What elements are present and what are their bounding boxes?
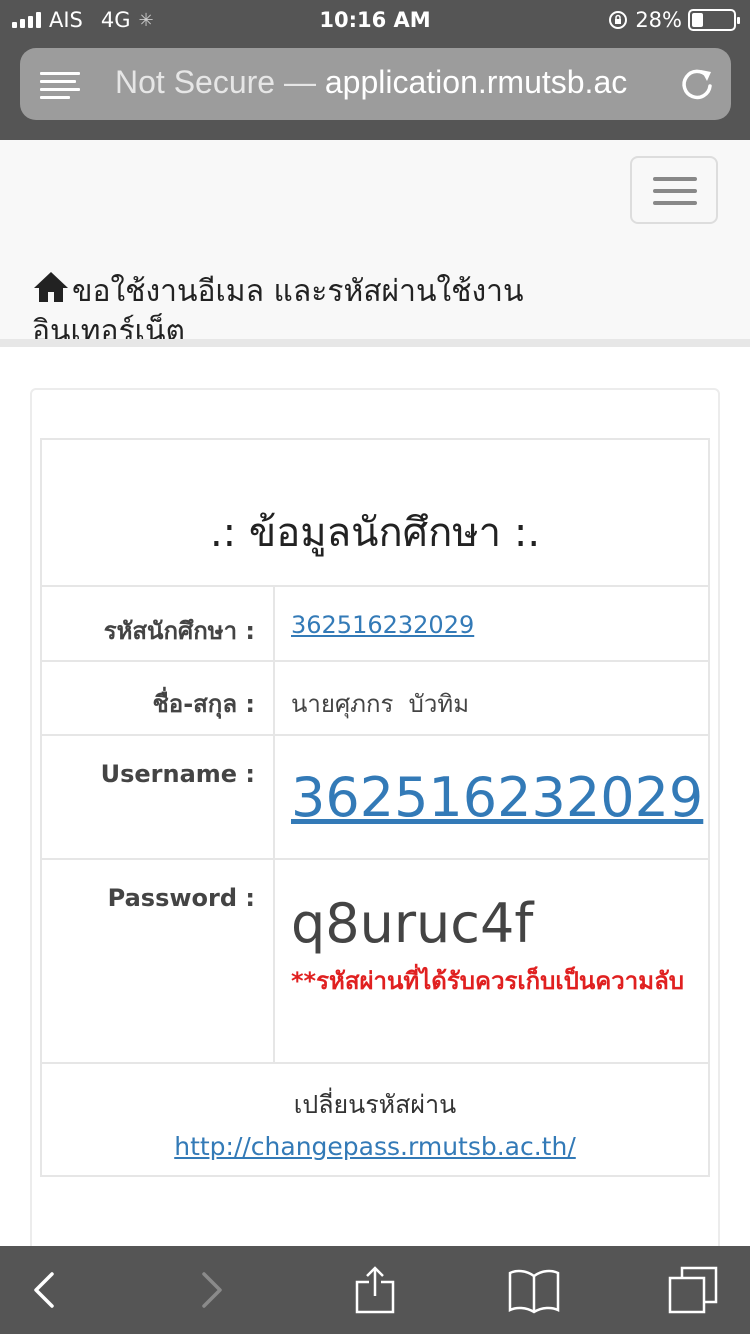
url-text[interactable]: Not Secure — application.rmutsb.ac (115, 64, 660, 101)
student-id-cell: 362516232029 (273, 585, 710, 662)
name-value: นายศุภกร บัวทิม (273, 660, 710, 736)
tabs-icon[interactable] (668, 1264, 720, 1316)
table-row: Username : 362516232029 (40, 734, 710, 860)
site-navbar: ขอใช้งานอีเมล และรหัสผ่านใช้งาน อินเทอร์… (0, 140, 750, 347)
brand-line-2: อินเทอร์เน็ต (32, 314, 185, 347)
home-icon (34, 272, 68, 302)
back-icon[interactable] (18, 1264, 70, 1316)
password-label: Password : (40, 858, 275, 1064)
table-row: เปลี่ยนรหัสผ่าน http://changepass.rmutsb… (40, 1062, 710, 1177)
url-host: application.rmutsb.ac (324, 64, 628, 100)
username-label: Username : (40, 734, 275, 860)
reader-icon[interactable] (40, 70, 80, 99)
bookmarks-icon[interactable] (508, 1264, 560, 1316)
reload-icon[interactable] (677, 64, 717, 104)
student-info-title: .: ข้อมูลนักศึกษา :. (40, 438, 710, 587)
menu-toggle-button[interactable] (630, 156, 718, 224)
browser-toolbar (0, 1246, 750, 1334)
name-label: ชื่อ-สกุล : (40, 660, 275, 736)
change-password-link[interactable]: http://changepass.rmutsb.ac.th/ (174, 1132, 576, 1161)
table-row: Password : q8uruc4f **รหัสผ่านที่ได้รับค… (40, 858, 710, 1064)
password-value: q8uruc4f (291, 892, 534, 955)
status-right: 28% (607, 8, 740, 32)
student-id-link[interactable]: 362516232029 (291, 611, 474, 639)
status-bar: AIS 4G ✳ 10:16 AM 28% (0, 0, 750, 40)
student-info-table: .: ข้อมูลนักศึกษา :. รหัสนักศึกษา : 3625… (40, 438, 710, 1177)
brand-line-1: ขอใช้งานอีเมล และรหัสผ่านใช้งาน (72, 274, 524, 309)
table-row: รหัสนักศึกษา : 362516232029 (40, 585, 710, 662)
table-row: ชื่อ-สกุล : นายศุภกร บัวทิม (40, 660, 710, 736)
change-password-cell: เปลี่ยนรหัสผ่าน http://changepass.rmutsb… (40, 1062, 710, 1177)
password-cell: q8uruc4f **รหัสผ่านที่ได้รับควรเก็บเป็นค… (273, 858, 710, 1064)
browser-top-bar: AIS 4G ✳ 10:16 AM 28% Not Secure — appli… (0, 0, 750, 140)
address-bar[interactable]: Not Secure — application.rmutsb.ac (20, 48, 731, 120)
battery-percent: 28% (635, 8, 682, 32)
change-password-label: เปลี่ยนรหัสผ่าน (293, 1090, 457, 1119)
site-brand[interactable]: ขอใช้งานอีเมล และรหัสผ่านใช้งาน อินเทอร์… (32, 270, 652, 347)
student-id-label: รหัสนักศึกษา : (40, 585, 275, 662)
not-secure-label: Not Secure — (115, 64, 316, 100)
share-icon[interactable] (349, 1264, 401, 1316)
password-warning: **รหัสผ่านที่ได้รับควรเก็บเป็นความลับ (291, 967, 685, 995)
battery-icon (688, 9, 740, 31)
username-link[interactable]: 362516232029 (291, 766, 703, 829)
orientation-lock-icon (609, 11, 628, 29)
forward-icon[interactable] (186, 1264, 238, 1316)
username-cell: 362516232029 (273, 734, 710, 860)
